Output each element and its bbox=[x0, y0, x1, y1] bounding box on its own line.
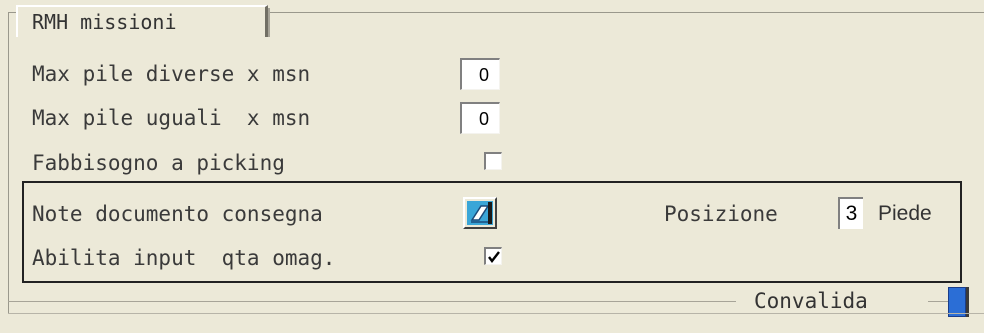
note-documento-label: Note documento consegna bbox=[32, 202, 323, 226]
tab-shadow bbox=[268, 8, 270, 37]
posizione-label: Posizione bbox=[664, 202, 778, 226]
fabbisogno-picking-label: Fabbisogno a picking bbox=[32, 151, 285, 175]
posizione-unit: Piede bbox=[878, 202, 932, 225]
note-documento-button[interactable] bbox=[463, 197, 497, 229]
fabbisogno-picking-checkbox[interactable] bbox=[484, 152, 502, 170]
max-pile-uguali-label: Max pile uguali x msn bbox=[32, 106, 311, 130]
tab-rmh-missioni[interactable]: RMH missioni bbox=[16, 5, 268, 37]
check-icon bbox=[488, 251, 500, 263]
max-pile-uguali-input[interactable]: 0 bbox=[460, 102, 500, 134]
footer-separator-right bbox=[928, 301, 948, 302]
max-pile-diverse-label: Max pile diverse x msn bbox=[32, 62, 311, 86]
posizione-input[interactable]: 3 bbox=[838, 197, 863, 229]
footer-separator bbox=[8, 301, 736, 302]
panel-bottom-rule bbox=[8, 313, 984, 314]
abilita-input-label: Abilita input qta omag. bbox=[32, 246, 336, 270]
max-pile-diverse-input[interactable]: 0 bbox=[460, 58, 500, 90]
tab-label: RMH missioni bbox=[32, 10, 177, 34]
convalida-label: Convalida bbox=[754, 289, 868, 313]
edit-note-icon bbox=[467, 201, 493, 225]
abilita-input-checkbox[interactable] bbox=[484, 247, 502, 265]
